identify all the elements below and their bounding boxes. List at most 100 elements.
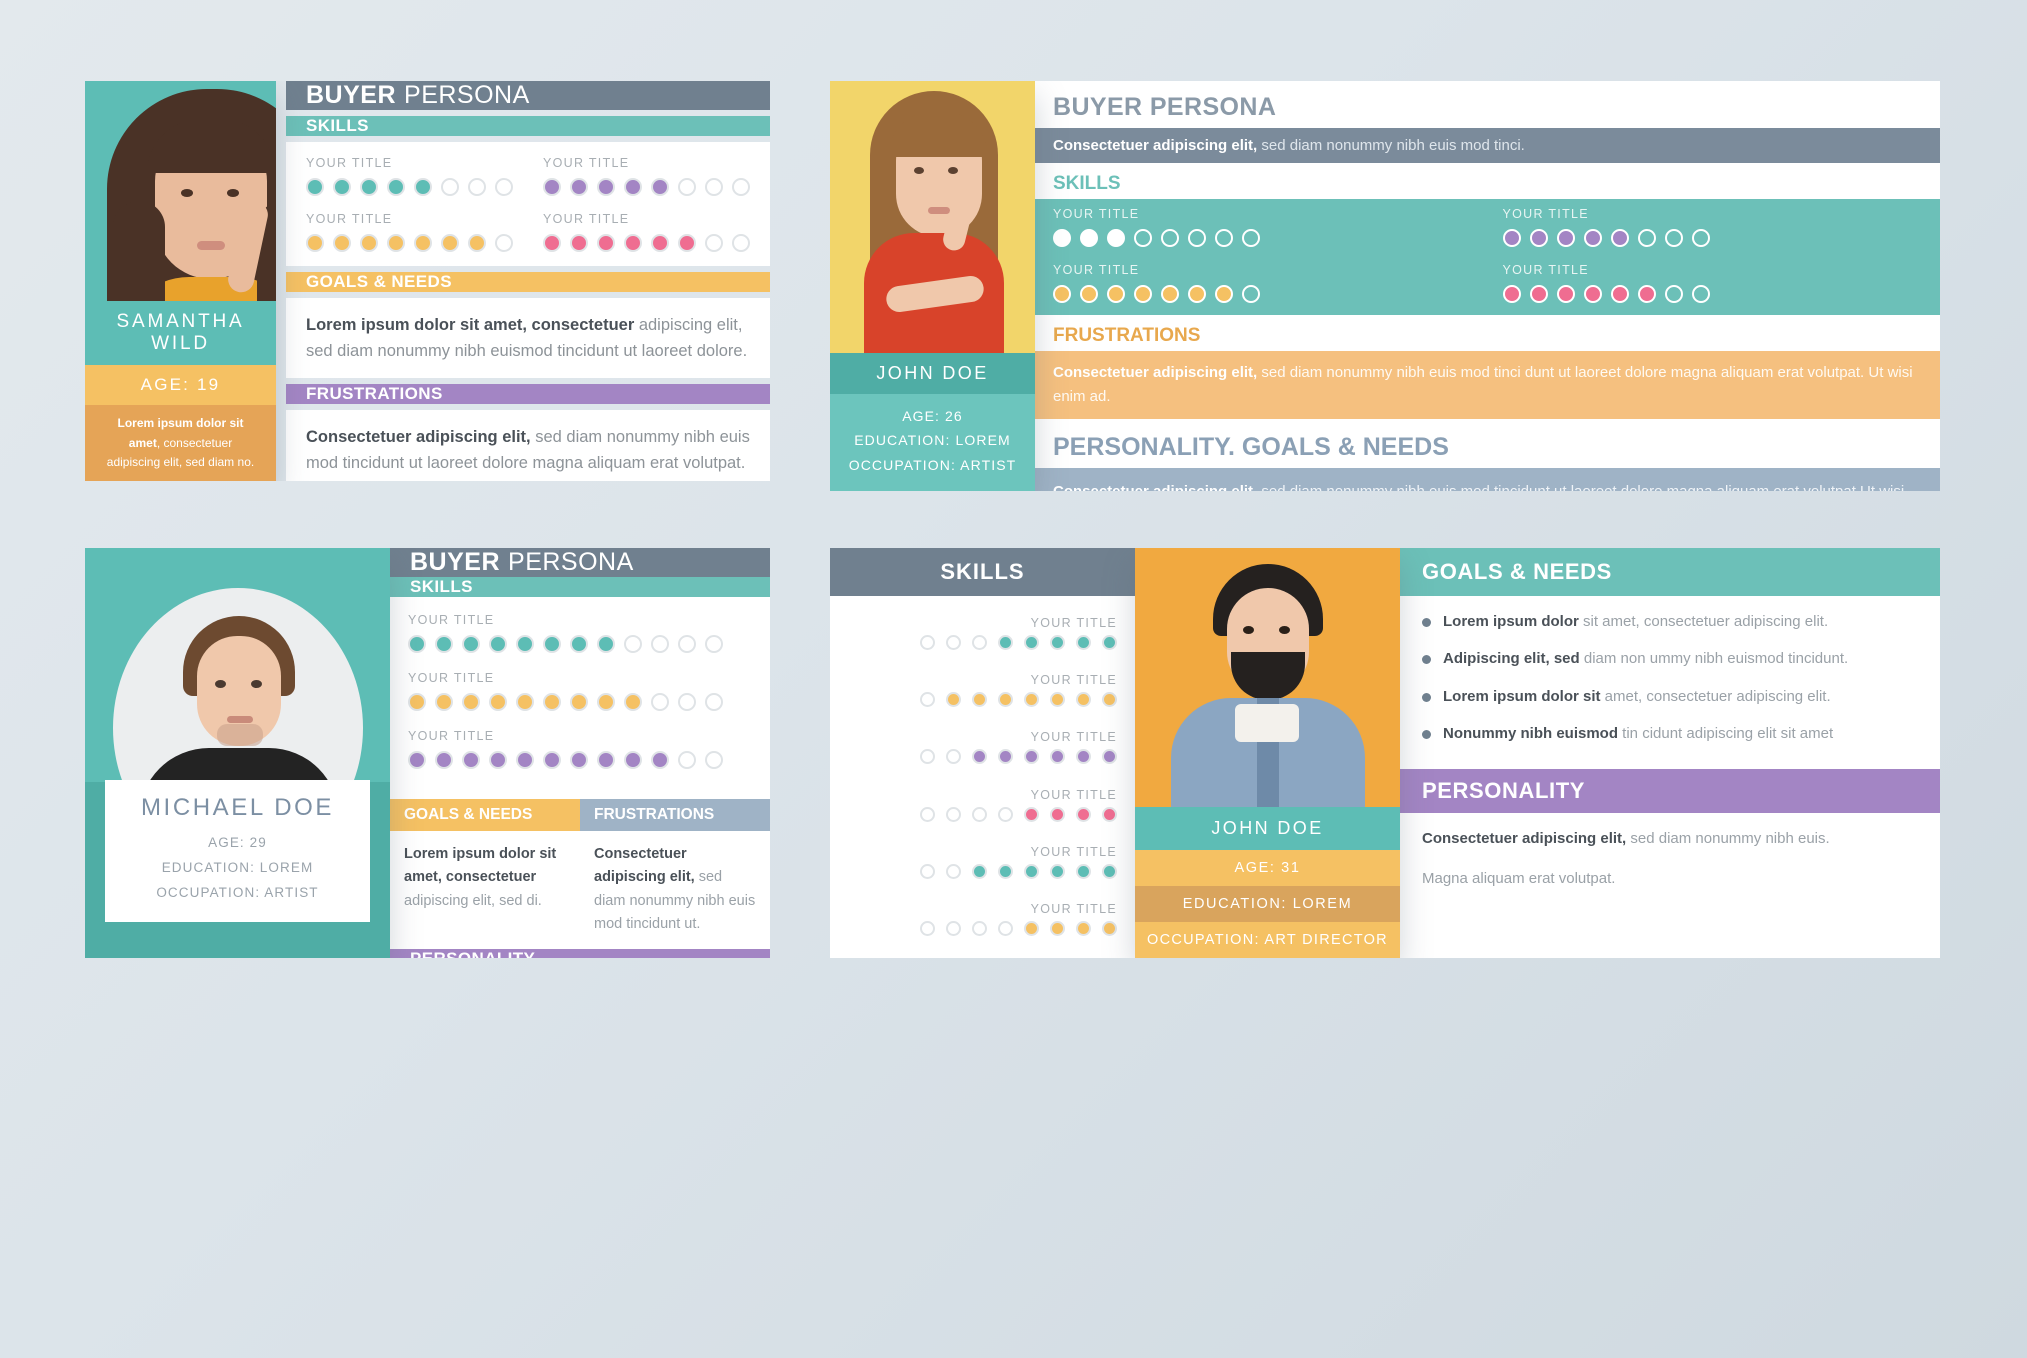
skill-dot-filled[interactable]: [408, 635, 426, 653]
skill-dot-filled[interactable]: [570, 635, 588, 653]
skill-dot-empty[interactable]: [1664, 285, 1683, 303]
skill-dot-filled[interactable]: [597, 178, 615, 196]
skill-dot-filled[interactable]: [462, 635, 480, 653]
skill-dot-filled[interactable]: [1610, 285, 1629, 303]
skill-dot-filled[interactable]: [1610, 229, 1629, 247]
skill-dot-filled[interactable]: [1024, 691, 1039, 707]
skill-dot-filled[interactable]: [435, 693, 453, 711]
skill-dot-filled[interactable]: [998, 691, 1013, 707]
skill-dot-filled[interactable]: [1050, 863, 1065, 879]
skill-dot-empty[interactable]: [998, 806, 1013, 822]
skill-dot-filled[interactable]: [946, 691, 961, 707]
skill-dot-filled[interactable]: [462, 751, 480, 769]
skill-dot-filled[interactable]: [306, 234, 324, 252]
skill-dot-filled[interactable]: [543, 234, 561, 252]
skill-dot-filled[interactable]: [516, 635, 534, 653]
skill-dot-filled[interactable]: [998, 863, 1013, 879]
skill-dot-filled[interactable]: [1102, 634, 1117, 650]
skill-dot-filled[interactable]: [1529, 285, 1548, 303]
skill-dot-filled[interactable]: [1024, 749, 1039, 765]
skill-dot-filled[interactable]: [1024, 806, 1039, 822]
skill-dot-filled[interactable]: [516, 751, 534, 769]
skill-dot-filled[interactable]: [1080, 285, 1098, 303]
skill-dot-empty[interactable]: [972, 634, 987, 650]
skill-dot-filled[interactable]: [408, 751, 426, 769]
skill-dot-filled[interactable]: [489, 635, 507, 653]
skill-dot-filled[interactable]: [1556, 285, 1575, 303]
skill-dot-filled[interactable]: [543, 635, 561, 653]
skill-dot-empty[interactable]: [1242, 229, 1260, 247]
skill-dot-filled[interactable]: [543, 751, 561, 769]
skill-dot-filled[interactable]: [1102, 691, 1117, 707]
skill-dot-empty[interactable]: [1637, 229, 1656, 247]
skill-dot-filled[interactable]: [597, 635, 615, 653]
skill-dot-filled[interactable]: [1637, 285, 1656, 303]
skill-dot-empty[interactable]: [920, 634, 935, 650]
skill-dot-filled[interactable]: [360, 234, 378, 252]
skill-dot-empty[interactable]: [495, 234, 513, 252]
skill-dot-filled[interactable]: [1134, 285, 1152, 303]
skill-dot-filled[interactable]: [387, 178, 405, 196]
skill-dot-empty[interactable]: [1691, 229, 1710, 247]
skill-dot-filled[interactable]: [1188, 285, 1206, 303]
skill-dot-empty[interactable]: [946, 634, 961, 650]
skill-dot-filled[interactable]: [1502, 229, 1521, 247]
skill-dot-empty[interactable]: [920, 806, 935, 822]
skill-dot-filled[interactable]: [1107, 229, 1125, 247]
skill-dot-empty[interactable]: [651, 635, 669, 653]
skill-dot-empty[interactable]: [998, 921, 1013, 937]
skill-dot-filled[interactable]: [489, 751, 507, 769]
skill-dot-filled[interactable]: [624, 751, 642, 769]
skill-dot-filled[interactable]: [1215, 285, 1233, 303]
skill-dot-empty[interactable]: [1215, 229, 1233, 247]
skill-dot-filled[interactable]: [651, 751, 669, 769]
skill-dot-empty[interactable]: [495, 178, 513, 196]
skill-dot-filled[interactable]: [570, 178, 588, 196]
skill-dot-empty[interactable]: [468, 178, 486, 196]
skill-dot-filled[interactable]: [1076, 863, 1091, 879]
skill-dot-filled[interactable]: [597, 234, 615, 252]
skill-dot-empty[interactable]: [1242, 285, 1260, 303]
skill-dot-empty[interactable]: [972, 806, 987, 822]
skill-dot-empty[interactable]: [705, 178, 723, 196]
skill-dot-empty[interactable]: [705, 751, 723, 769]
skill-dot-filled[interactable]: [651, 234, 669, 252]
skill-dot-filled[interactable]: [1050, 749, 1065, 765]
skill-dot-filled[interactable]: [1529, 229, 1548, 247]
skill-dot-filled[interactable]: [1050, 806, 1065, 822]
skill-dot-filled[interactable]: [597, 693, 615, 711]
skill-dot-empty[interactable]: [1188, 229, 1206, 247]
skill-dot-filled[interactable]: [972, 863, 987, 879]
skill-dot-filled[interactable]: [333, 234, 351, 252]
skill-dot-empty[interactable]: [705, 635, 723, 653]
skill-dot-empty[interactable]: [732, 234, 750, 252]
skill-dot-empty[interactable]: [651, 693, 669, 711]
skill-dot-filled[interactable]: [1556, 229, 1575, 247]
skill-dot-empty[interactable]: [946, 921, 961, 937]
skill-dot-filled[interactable]: [462, 693, 480, 711]
skill-dot-filled[interactable]: [333, 178, 351, 196]
skill-dot-filled[interactable]: [1102, 749, 1117, 765]
skill-dot-filled[interactable]: [1050, 634, 1065, 650]
skill-dot-empty[interactable]: [678, 751, 696, 769]
skill-dot-filled[interactable]: [1076, 806, 1091, 822]
skill-dot-filled[interactable]: [408, 693, 426, 711]
skill-dot-empty[interactable]: [920, 691, 935, 707]
skill-dot-filled[interactable]: [972, 749, 987, 765]
skill-dot-filled[interactable]: [1502, 285, 1521, 303]
skill-dot-filled[interactable]: [1076, 691, 1091, 707]
skill-dot-filled[interactable]: [570, 234, 588, 252]
skill-dot-filled[interactable]: [998, 749, 1013, 765]
skill-dot-filled[interactable]: [414, 178, 432, 196]
skill-dot-filled[interactable]: [597, 751, 615, 769]
skill-dot-filled[interactable]: [387, 234, 405, 252]
skill-dot-filled[interactable]: [435, 635, 453, 653]
skill-dot-filled[interactable]: [1583, 229, 1602, 247]
skill-dot-filled[interactable]: [516, 693, 534, 711]
skill-dot-filled[interactable]: [1080, 229, 1098, 247]
skill-dot-filled[interactable]: [435, 751, 453, 769]
skill-dot-empty[interactable]: [920, 749, 935, 765]
skill-dot-filled[interactable]: [306, 178, 324, 196]
skill-dot-filled[interactable]: [678, 234, 696, 252]
skill-dot-filled[interactable]: [972, 691, 987, 707]
